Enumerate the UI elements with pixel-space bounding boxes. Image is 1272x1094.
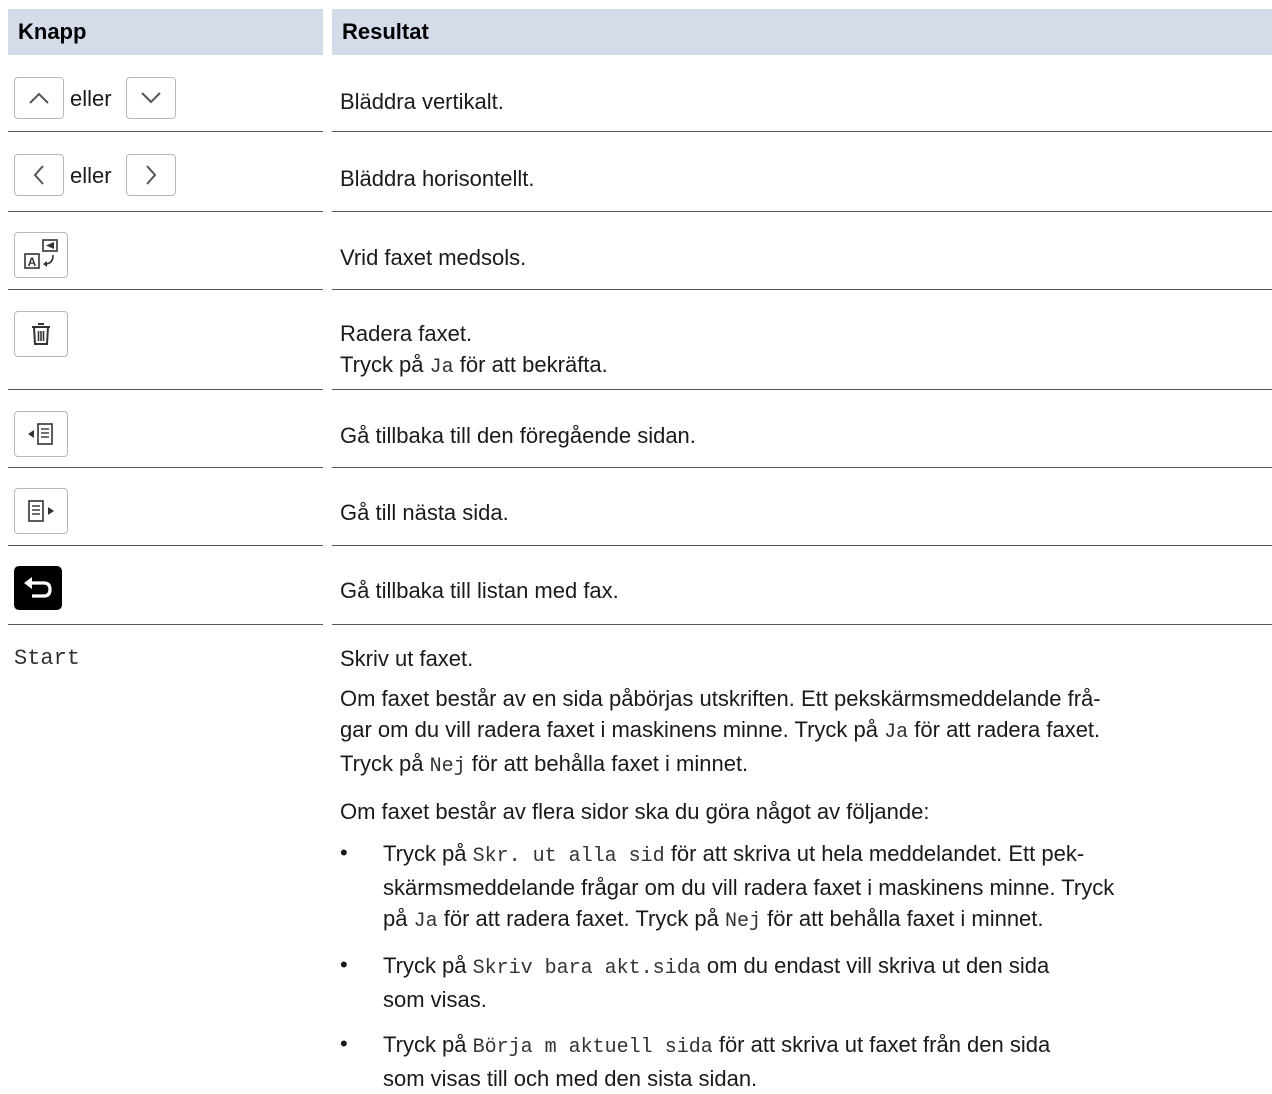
bullet-item-print-all: Tryck på Skr. ut alla sid för att skriva… bbox=[383, 838, 1272, 937]
delete-button[interactable] bbox=[14, 311, 68, 357]
code-nej: Nej bbox=[725, 910, 762, 933]
text-line: Om faxet består av en sida påbörjas utsk… bbox=[340, 686, 1101, 711]
header-result-label: Resultat bbox=[342, 19, 429, 44]
row-divider bbox=[8, 289, 323, 290]
text: för att behålla faxet i minnet. bbox=[767, 906, 1044, 931]
row-divider bbox=[332, 389, 1272, 390]
text: för att radera faxet. bbox=[914, 717, 1101, 742]
code-ja: Ja bbox=[429, 356, 454, 379]
text: gar om du vill radera faxet i maskinens … bbox=[340, 717, 879, 742]
code-nej: Nej bbox=[429, 755, 466, 778]
text: för att skriva ut faxet från den sida bbox=[718, 1032, 1051, 1057]
back-arrow-icon bbox=[24, 577, 52, 598]
text: på bbox=[383, 906, 408, 931]
text-line: på Ja för att radera faxet. Tryck på Nej… bbox=[383, 903, 1272, 937]
text: om du endast vill skriva ut den sida bbox=[706, 953, 1050, 978]
row-divider bbox=[8, 467, 323, 468]
text: för att bekräfta. bbox=[459, 352, 608, 377]
rotate-button[interactable]: A bbox=[14, 232, 68, 278]
row-divider bbox=[8, 545, 323, 546]
result-delete-line: Radera faxet. bbox=[340, 321, 473, 346]
row-divider bbox=[332, 467, 1272, 468]
bullet: • bbox=[340, 1031, 348, 1056]
result-next-page: Gå till nästa sida. bbox=[340, 500, 509, 525]
code-print-all: Skr. ut alla sid bbox=[472, 845, 665, 868]
text: Tryck på bbox=[383, 1032, 467, 1057]
row-divider bbox=[8, 624, 323, 625]
result-delete: Radera faxet. Tryck på Ja för att bekräf… bbox=[340, 318, 608, 383]
result-rotate: Vrid faxet medsols. bbox=[340, 245, 527, 270]
text: för att skriva ut hela meddelandet. Ett … bbox=[670, 841, 1085, 866]
chevron-up-icon bbox=[29, 92, 49, 104]
chevron-down-icon bbox=[141, 92, 161, 104]
result-scroll-vertical: Bläddra vertikalt. bbox=[340, 89, 504, 114]
previous-page-button[interactable] bbox=[14, 411, 68, 457]
svg-text:A: A bbox=[28, 255, 37, 269]
header-button-label: Knapp bbox=[18, 19, 87, 44]
or-label: eller bbox=[70, 86, 112, 111]
start-button-label: Start bbox=[14, 646, 81, 671]
text: Tryck på bbox=[340, 352, 424, 377]
chevron-left-icon bbox=[33, 165, 44, 185]
text-line: Tryck på Skriv bara akt.sida om du endas… bbox=[383, 950, 1272, 984]
bullet-item-print-current: Tryck på Skriv bara akt.sida om du endas… bbox=[383, 950, 1272, 1015]
row-divider bbox=[332, 545, 1272, 546]
row-divider bbox=[332, 289, 1272, 290]
text-line: Tryck på Skr. ut alla sid för att skriva… bbox=[383, 838, 1272, 872]
result-previous-page: Gå tillbaka till den föregående sidan. bbox=[340, 423, 696, 448]
text-line: Tryck på Nej för att behålla faxet i min… bbox=[340, 748, 1270, 782]
chevron-down-button[interactable] bbox=[126, 77, 176, 119]
result-start: Skriv ut faxet. bbox=[340, 646, 474, 671]
text: Tryck på bbox=[383, 841, 467, 866]
trash-icon bbox=[32, 323, 50, 345]
start-paragraph-2: Om faxet består av flera sidor ska du gö… bbox=[340, 799, 930, 824]
result-delete-confirm: Tryck på Ja för att bekräfta. bbox=[340, 349, 608, 383]
chevron-left-button[interactable] bbox=[14, 154, 64, 196]
text: Tryck på bbox=[340, 751, 424, 776]
bullet: • bbox=[340, 840, 348, 865]
next-page-icon bbox=[28, 500, 54, 522]
row-divider bbox=[332, 211, 1272, 212]
chevron-right-button[interactable] bbox=[126, 154, 176, 196]
text: för att radera faxet. Tryck på bbox=[443, 906, 719, 931]
text-line: skärmsmeddelande frågar om du vill rader… bbox=[383, 875, 1115, 900]
next-page-button[interactable] bbox=[14, 488, 68, 534]
text: Tryck på bbox=[383, 953, 467, 978]
result-scroll-horizontal: Bläddra horisontellt. bbox=[340, 166, 535, 191]
or-label: eller bbox=[70, 163, 112, 188]
row-divider bbox=[8, 211, 323, 212]
bullet: • bbox=[340, 952, 348, 977]
row-divider bbox=[8, 389, 323, 390]
code-print-from-current: Börja m aktuell sida bbox=[472, 1036, 713, 1059]
start-paragraph-1: Om faxet består av en sida påbörjas utsk… bbox=[340, 683, 1270, 782]
header-button-column: Knapp bbox=[8, 9, 323, 55]
text-line: som visas till och med den sista sidan. bbox=[383, 1066, 758, 1091]
code-ja: Ja bbox=[884, 721, 909, 744]
text-line: som visas. bbox=[383, 987, 487, 1012]
rotate-page-icon: A bbox=[24, 239, 58, 269]
back-button[interactable] bbox=[14, 566, 62, 610]
bullet-item-print-from-current: Tryck på Börja m aktuell sida för att sk… bbox=[383, 1029, 1272, 1094]
row-divider bbox=[332, 131, 1272, 132]
text: för att behålla faxet i minnet. bbox=[471, 751, 749, 776]
row-divider bbox=[8, 131, 323, 132]
result-back: Gå tillbaka till listan med fax. bbox=[340, 578, 619, 603]
text-line: gar om du vill radera faxet i maskinens … bbox=[340, 714, 1270, 748]
header-result-column: Resultat bbox=[332, 9, 1272, 55]
text-line: Tryck på Börja m aktuell sida för att sk… bbox=[383, 1029, 1272, 1063]
previous-page-icon bbox=[28, 423, 53, 445]
row-divider bbox=[332, 624, 1272, 625]
code-ja: Ja bbox=[413, 910, 438, 933]
code-print-current: Skriv bara akt.sida bbox=[472, 957, 701, 980]
chevron-right-icon bbox=[146, 165, 157, 185]
chevron-up-button[interactable] bbox=[14, 77, 64, 119]
